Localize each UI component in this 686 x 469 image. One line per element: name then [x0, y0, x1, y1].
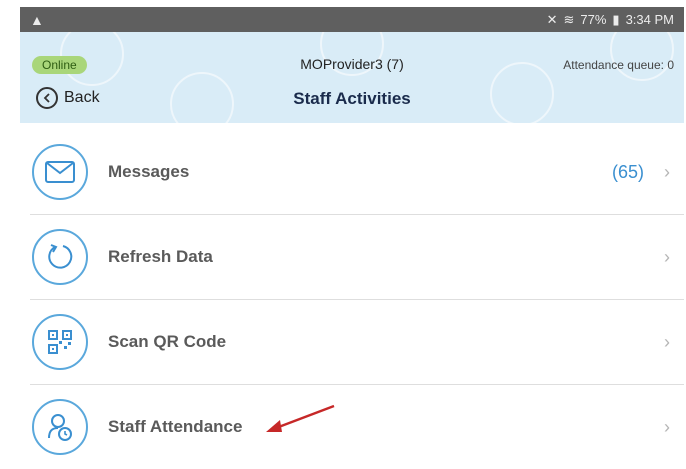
chevron-right-icon: › [664, 246, 670, 267]
attendance-queue: Attendance queue: 0 [563, 58, 674, 72]
status-bar: ▲ ✕ ≋ 77% ▮ 3:34 PM [20, 7, 684, 32]
menu-item-label: Refresh Data [108, 247, 213, 266]
staff-clock-icon [32, 399, 88, 455]
chevron-right-icon: › [664, 416, 670, 437]
menu-item-staff-attendance[interactable]: Staff Attendance › [30, 385, 684, 469]
chevron-right-icon: › [664, 331, 670, 352]
status-indicators: ✕ ≋ 77% ▮ 3:34 PM [547, 12, 674, 28]
app-header: Online MOProvider3 (7) Attendance queue:… [20, 32, 684, 123]
page-title: Staff Activities [293, 89, 411, 108]
activity-list: Messages (65) › Refresh Data › Scan QR C… [20, 130, 684, 469]
refresh-icon [32, 229, 88, 285]
menu-item-label: Scan QR Code [108, 332, 227, 351]
menu-item-scan-qr-code[interactable]: Scan QR Code › [30, 300, 684, 385]
menu-item-messages[interactable]: Messages (65) › [30, 130, 684, 215]
battery-icon: ▮ [612, 11, 620, 27]
menu-item-label: Messages [108, 162, 190, 181]
menu-item-refresh-data[interactable]: Refresh Data › [30, 215, 684, 300]
message-count: (65) [611, 161, 644, 182]
qr-code-icon [32, 314, 88, 370]
mute-icon: ✕ [546, 11, 558, 27]
wifi-icon: ≋ [563, 11, 575, 27]
clock: 3:34 PM [625, 12, 674, 27]
warning-icon: ▲ [30, 11, 44, 28]
battery-level: 77% [580, 12, 607, 27]
envelope-icon [32, 144, 88, 200]
chevron-right-icon: › [664, 161, 670, 182]
annotation-arrow-icon [266, 404, 335, 432]
menu-item-label: Staff Attendance [108, 417, 243, 436]
